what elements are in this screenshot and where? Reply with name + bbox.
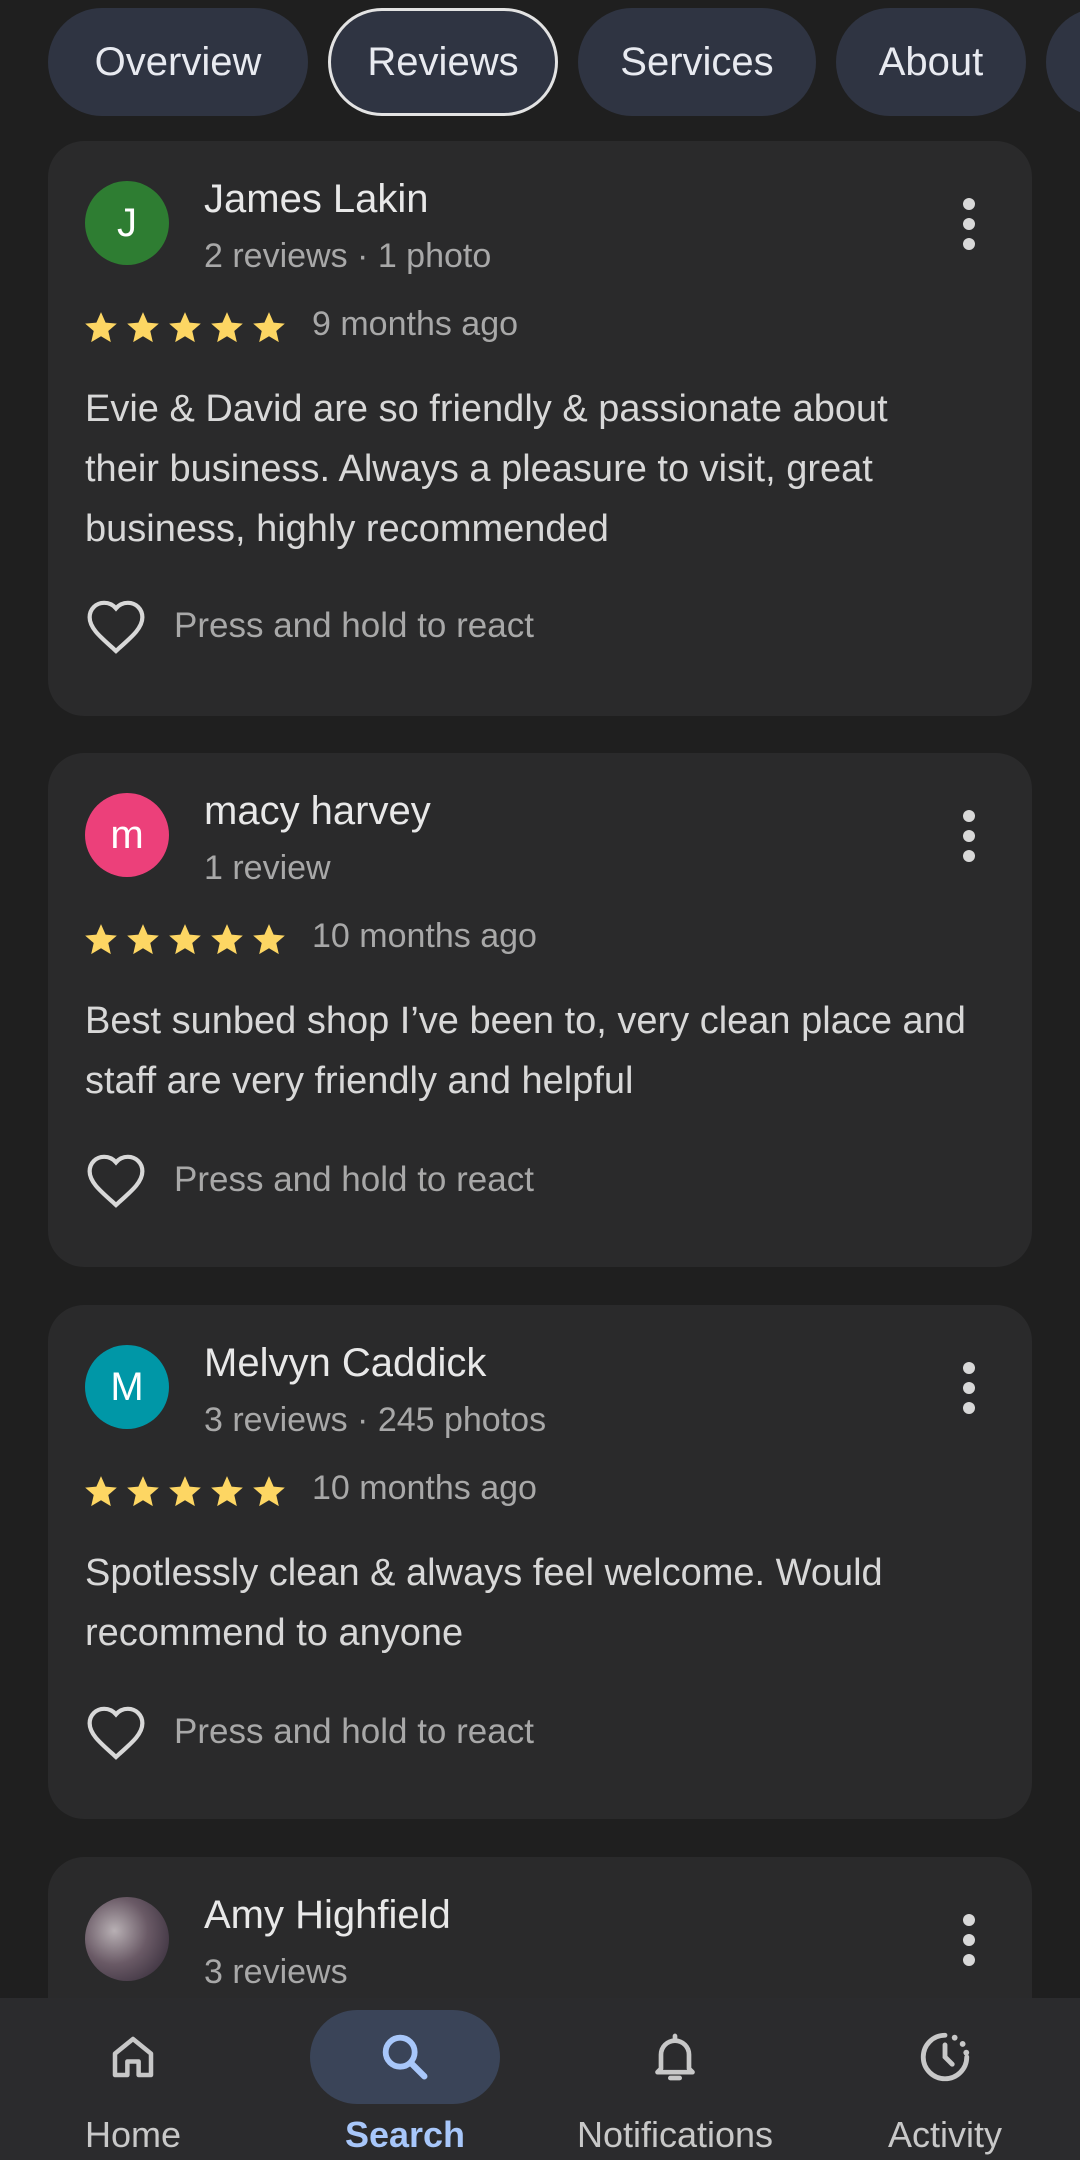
review-text[interactable]: Best sunbed shop I’ve been to, very clea… (85, 991, 972, 1111)
review-time: 10 months ago (312, 1469, 537, 1507)
home-icon (112, 2036, 154, 2078)
star-icon (85, 312, 117, 343)
star-icon (169, 312, 201, 343)
review-text[interactable]: Spotlessly clean & always feel welcome. … (85, 1543, 972, 1663)
react-button[interactable]: Press and hold to react (84, 1703, 534, 1761)
review-time: 9 months ago (312, 305, 519, 343)
nav-home[interactable]: Home (38, 1998, 228, 2160)
avatar[interactable] (85, 1897, 169, 1981)
bottom-navigation: Home Search Notifications Activity (0, 1998, 1080, 2160)
tab-more[interactable] (1046, 8, 1080, 116)
nav-activity-label: Activity (887, 2114, 1002, 2155)
more-vert-icon[interactable] (962, 197, 976, 251)
star-icon (127, 924, 159, 955)
reviewer-name[interactable]: James Lakin (204, 177, 429, 222)
star-icon (85, 1476, 117, 1507)
star-icon (85, 924, 117, 955)
star-icon (211, 924, 243, 955)
react-button[interactable]: Press and hold to react (84, 597, 534, 655)
nav-notifications-label: Notifications (576, 2114, 774, 2155)
review-text[interactable]: Evie & David are so friendly & passionat… (85, 379, 972, 559)
search-icon (382, 2034, 428, 2080)
star-rating (82, 309, 288, 347)
reviewer-name[interactable]: Amy Highfield (204, 1893, 451, 1938)
avatar[interactable]: M (85, 1345, 169, 1429)
nav-activity-pill (850, 2010, 1040, 2104)
avatar[interactable]: m (85, 793, 169, 877)
star-icon (211, 312, 243, 343)
nav-notifications[interactable]: Notifications (560, 1998, 790, 2160)
star-icon (253, 924, 285, 955)
nav-search-label: Search (344, 2114, 466, 2155)
tab-bar: Overview Reviews Services About (0, 0, 1080, 124)
nav-notifications-pill (580, 2010, 770, 2104)
star-rating (82, 1473, 288, 1511)
star-icon (211, 1476, 243, 1507)
star-icon (169, 924, 201, 955)
more-vert-icon[interactable] (962, 1913, 976, 1967)
tab-services[interactable]: Services (578, 8, 816, 116)
reviewer-meta: 3 reviews · 245 photos (204, 1401, 547, 1439)
tab-overview[interactable]: Overview (48, 8, 308, 116)
tab-reviews[interactable]: Reviews (328, 8, 558, 116)
nav-search-pill (310, 2010, 500, 2104)
nav-home-label: Home (84, 2114, 182, 2155)
reviewer-name[interactable]: macy harvey (204, 789, 431, 834)
reviewer-meta: 3 reviews (204, 1953, 348, 1991)
star-rating (82, 921, 288, 959)
reviewer-name[interactable]: Melvyn Caddick (204, 1341, 486, 1386)
star-icon (169, 1476, 201, 1507)
star-icon (253, 312, 285, 343)
react-label: Press and hold to react (174, 1712, 534, 1751)
react-button[interactable]: Press and hold to react (84, 1151, 534, 1209)
react-label: Press and hold to react (174, 606, 534, 645)
heart-icon (87, 1154, 145, 1208)
review-card: M Melvyn Caddick 3 reviews · 245 photos … (48, 1305, 1032, 1819)
star-icon (127, 1476, 159, 1507)
nav-activity[interactable]: Activity (850, 1998, 1040, 2160)
star-icon (127, 312, 159, 343)
more-vert-icon[interactable] (962, 1361, 976, 1415)
review-time: 10 months ago (312, 917, 537, 955)
nav-search[interactable]: Search (310, 1998, 500, 2160)
reviewer-meta: 1 review (204, 849, 331, 887)
review-card: m macy harvey 1 review 10 months ago Bes… (48, 753, 1032, 1267)
star-icon (253, 1476, 285, 1507)
reviewer-meta: 2 reviews · 1 photo (204, 237, 492, 275)
heart-icon (87, 1706, 145, 1760)
review-card: J James Lakin 2 reviews · 1 photo 9 mont… (48, 141, 1032, 716)
bell-icon (655, 2033, 695, 2081)
tab-about[interactable]: About (836, 8, 1026, 116)
nav-home-pill (38, 2010, 228, 2104)
more-vert-icon[interactable] (962, 809, 976, 863)
heart-icon (87, 600, 145, 654)
avatar[interactable]: J (85, 181, 169, 265)
activity-icon (920, 2032, 970, 2082)
react-label: Press and hold to react (174, 1160, 534, 1199)
